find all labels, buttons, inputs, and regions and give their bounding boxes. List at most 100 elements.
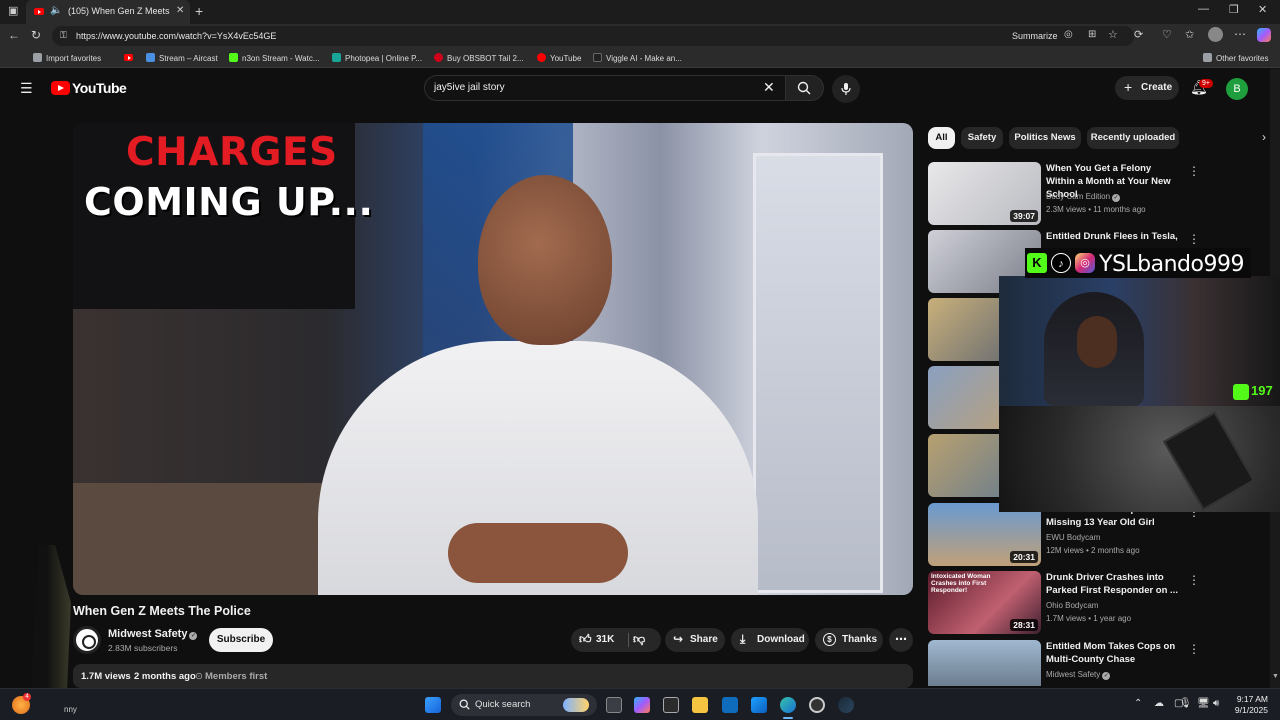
related-channel: Midwest Safety ✓ [1046,670,1111,680]
maximize-icon[interactable]: ❐ [1229,3,1239,16]
browser-tab[interactable]: 🔈 (105) When Gen Z Meets The Police ✕ [26,0,190,24]
chip-recently-uploaded[interactable]: Recently uploaded [1087,127,1179,149]
search-input[interactable]: jay5ive jail story ✕ [424,75,786,101]
description-box[interactable]: 1.7M views 2 months ago ⊙ Members first [73,664,913,688]
kebab-menu-icon[interactable]: ⋮ [1188,642,1200,656]
close-window-icon[interactable]: ✕ [1258,3,1267,16]
obsbot-icon [434,53,443,62]
video-player[interactable]: CHARGES COMING UP... [73,123,913,595]
steam-icon[interactable] [838,697,854,713]
refresh-icon[interactable]: ↻ [31,28,41,42]
system-clock[interactable]: 9:17 AM 9/1/2025 [1222,694,1268,716]
related-thumbnail[interactable]: 39:07 [928,162,1041,225]
address-bar[interactable]: ⚿ https://www.youtube.com/watch?v=YsX4vE… [52,26,1134,46]
extensions-icon[interactable]: ⟳ [1134,28,1143,41]
other-favorites[interactable]: Other favorites [1203,53,1268,63]
voice-search-button[interactable] [832,75,860,103]
related-thumbnail[interactable]: 20:31 [928,503,1041,566]
scroll-down-icon[interactable]: ▼ [1272,673,1279,680]
kebab-menu-icon[interactable]: ⋮ [1188,232,1200,246]
hamburger-menu-icon[interactable]: ☰ [20,80,33,97]
related-meta: 12M views • 2 months ago [1046,546,1140,555]
volume-icon[interactable]: 🔊︎ [1213,698,1219,709]
network-icon[interactable]: 🖥︎ [1197,698,1210,709]
kick-viewer-count: 197 [1251,383,1273,398]
speaker-icon[interactable]: 🔈 [50,5,62,16]
active-app-indicator [783,717,793,719]
back-icon[interactable]: ← [8,28,20,42]
browser-tab-bar: ▣ 🔈 (105) When Gen Z Meets The Police ✕ … [0,0,1280,24]
more-actions-button[interactable]: ⋯ [889,628,913,652]
microphone-tray-icon[interactable]: 🎙︎ [1179,698,1192,709]
dislike-button[interactable]: 👎︎ [633,632,645,647]
related-title: Entitled Mom Takes Cops on Multi-County … [1046,641,1176,665]
favorite-photopea[interactable]: Photopea | Online P... [332,53,422,63]
related-video[interactable]: 39:07 When You Get a Felony Within a Mon… [928,162,1280,228]
share-button[interactable]: ↪ Share [665,628,725,652]
task-view-icon[interactable] [606,697,622,713]
related-thumbnail[interactable] [928,640,1041,686]
app-available-icon[interactable]: ⊞ [1088,29,1096,40]
kebab-menu-icon[interactable]: ⋮ [1188,573,1200,587]
onedrive-icon[interactable]: ☁ [1154,698,1164,709]
more-menu-icon[interactable]: ⋯ [1234,27,1246,41]
tab-title: (105) When Gen Z Meets The Police [68,6,172,16]
favorite-youtube-icon[interactable] [124,53,137,62]
new-tab-button[interactable]: + [195,3,203,19]
related-video[interactable]: Intoxicated Woman Crashes into First Res… [928,571,1280,637]
minimize-icon[interactable]: — [1198,3,1209,15]
chip-safety[interactable]: Safety [961,127,1003,149]
chip-all[interactable]: All [928,127,955,149]
taskbar-search[interactable]: Quick search [451,694,597,716]
youtube-logo-text[interactable]: YouTube [72,80,127,96]
verified-icon: ✓ [1102,672,1111,680]
favorite-import[interactable]: Import favorites [33,53,101,63]
chips-scroll-right-icon[interactable]: › [1262,130,1266,144]
favorite-viggle[interactable]: Viggle AI - Make an... [593,53,682,63]
tray-overflow-icon[interactable]: ⌃ [1134,698,1142,709]
search-query: jay5ive jail story [434,82,505,93]
favorites-icon[interactable]: ✩ [1185,28,1194,41]
subscribe-button[interactable]: Subscribe [209,628,273,652]
site-info-icon[interactable]: ⚿ [60,30,67,41]
account-avatar[interactable]: B [1226,78,1248,100]
download-button[interactable]: ⤓ Download [731,628,809,652]
channel-name[interactable]: Midwest Safety ✓ [108,628,198,640]
close-tab-icon[interactable]: ✕ [176,5,184,16]
windows-start-icon[interactable] [425,697,441,713]
store-icon[interactable] [663,697,679,713]
left-edge-figure [31,545,71,690]
verified-icon: ✓ [189,632,198,640]
favorite-obsbot[interactable]: Buy OBSBOT Tail 2... [434,53,524,63]
photos-icon[interactable] [751,697,767,713]
like-button[interactable]: 👍︎ 31K [571,628,626,652]
edge-icon[interactable] [780,697,796,713]
related-video[interactable]: Entitled Mom Takes Cops on Multi-County … [928,640,1280,686]
clear-search-icon[interactable]: ✕ [763,79,775,96]
chip-politics-news[interactable]: Politics News [1009,127,1081,149]
favorite-aircast[interactable]: Stream – Aircast [146,53,218,63]
file-explorer-icon[interactable] [692,697,708,713]
recorder-icon[interactable] [809,697,825,713]
create-button[interactable]: + Create [1115,76,1179,100]
outlook-icon[interactable] [722,697,738,713]
related-thumbnail[interactable]: Intoxicated Woman Crashes into First Res… [928,571,1041,634]
search-button[interactable] [786,75,824,101]
clock-time: 9:17 AM [1236,694,1268,704]
sidebar-toggle-icon[interactable]: ▣ [8,4,18,17]
favorite-star-icon[interactable]: ☆ [1108,28,1118,41]
copilot-icon[interactable] [1257,28,1271,42]
favorite-n3on[interactable]: n3on Stream - Watc... [229,53,320,63]
copilot-app-icon[interactable] [634,697,650,713]
channel-avatar[interactable] [73,626,101,654]
search-icon [797,81,811,95]
favorite-youtube[interactable]: YouTube [537,53,581,63]
kebab-menu-icon[interactable]: ⋮ [1188,164,1200,178]
youtube-logo-icon[interactable] [51,81,70,95]
profile-icon[interactable] [1208,27,1223,42]
summarize-button[interactable]: Summarize [1012,31,1058,41]
thanks-button[interactable]: $ Thanks [815,628,883,652]
read-aloud-icon[interactable]: ◎ [1064,29,1073,40]
related-video[interactable]: 20:31 Routine Traffic Stop Finds Missing… [928,503,1280,569]
browser-essentials-icon[interactable]: ♡ [1162,28,1172,41]
